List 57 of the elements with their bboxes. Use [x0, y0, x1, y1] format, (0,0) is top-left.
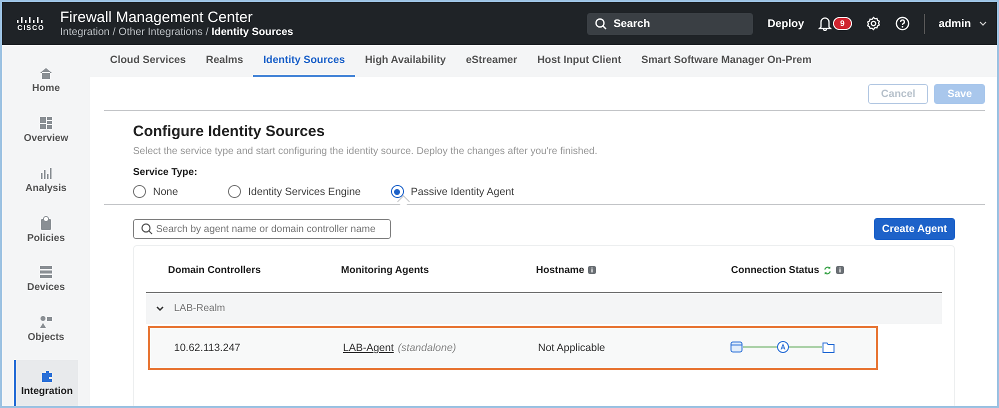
user-menu[interactable]: admin [938, 18, 987, 30]
table-cell: Not Applicable [538, 342, 606, 354]
sidebar-item[interactable]: Analysis [14, 160, 78, 199]
settings-icon[interactable] [866, 16, 881, 31]
table-cell: 10.62.113.247 [174, 342, 240, 354]
breadcrumb-separator: / [112, 26, 116, 38]
notification-badge: 9 [833, 17, 852, 30]
tab[interactable]: Smart Software Manager On-Prem [631, 45, 822, 77]
sidebar-item[interactable]: Objects [14, 310, 78, 348]
breadcrumb-current: Identity Sources [212, 26, 294, 38]
refresh-icon[interactable] [823, 266, 832, 274]
tab[interactable]: eStreamer [456, 45, 528, 77]
service-type-label: Service Type: [133, 167, 198, 178]
bell-icon[interactable] [818, 16, 832, 31]
info-icon[interactable] [588, 266, 596, 274]
tab[interactable]: Realms [196, 45, 254, 77]
column-header: Monitoring Agents [341, 264, 429, 276]
agent-link[interactable]: LAB-Agent [343, 342, 394, 354]
radio-option[interactable]: Passive Identity Agent [390, 185, 514, 198]
sidebar-item[interactable]: Devices [14, 260, 78, 298]
tab[interactable]: Host Input Client [527, 45, 632, 77]
search-icon [141, 223, 153, 235]
caret-icon [979, 21, 987, 26]
radio-option[interactable]: None [133, 185, 178, 198]
agent-note: (standalone) [398, 342, 456, 354]
shapes-icon [39, 315, 53, 330]
bar-chart-icon [39, 166, 53, 180]
help-icon[interactable] [894, 16, 910, 31]
global-search-field[interactable]: Search [587, 12, 754, 34]
house-icon [39, 66, 53, 80]
column-header: Connection Status [731, 264, 820, 276]
chevron-icon[interactable] [156, 306, 164, 312]
sidebar-item[interactable]: Home [14, 61, 78, 99]
radio-option[interactable]: Identity Services Engine [228, 185, 361, 198]
search-icon [595, 18, 608, 30]
breadcrumb-link[interactable]: Integration [60, 26, 110, 38]
server-icon [39, 265, 53, 280]
puzzle-icon [40, 369, 54, 384]
breadcrumb-separator: / [206, 26, 209, 38]
grid-icon [39, 116, 53, 130]
column-header: Domain Controllers [168, 264, 261, 276]
search-field[interactable]: Search by agent name or domain controller name [133, 219, 391, 239]
tab[interactable]: High Availability [354, 45, 456, 77]
column-header: Hostname [536, 264, 584, 276]
info-icon[interactable] [836, 266, 844, 274]
app-title: Firewall Management Center [60, 9, 254, 26]
page-description: Select the service type and start configuring the identity source. Deploy the changes after you're finished. [133, 146, 598, 157]
sidebar-item[interactable]: Overview [14, 110, 78, 149]
group-name: LAB-Realm [174, 303, 226, 314]
clipboard-icon [39, 216, 53, 230]
sidebar-item[interactable]: Integration [14, 360, 78, 406]
page-title: Configure Identity Sources [133, 123, 326, 140]
tab[interactable]: Cloud Services [100, 45, 196, 77]
sidebar-item[interactable]: Policies [14, 210, 78, 248]
breadcrumb-link[interactable]: Other Integrations [118, 26, 203, 38]
create-agent-button[interactable]: Create Agent [874, 218, 955, 240]
deploy-button[interactable]: Deploy [767, 18, 804, 30]
